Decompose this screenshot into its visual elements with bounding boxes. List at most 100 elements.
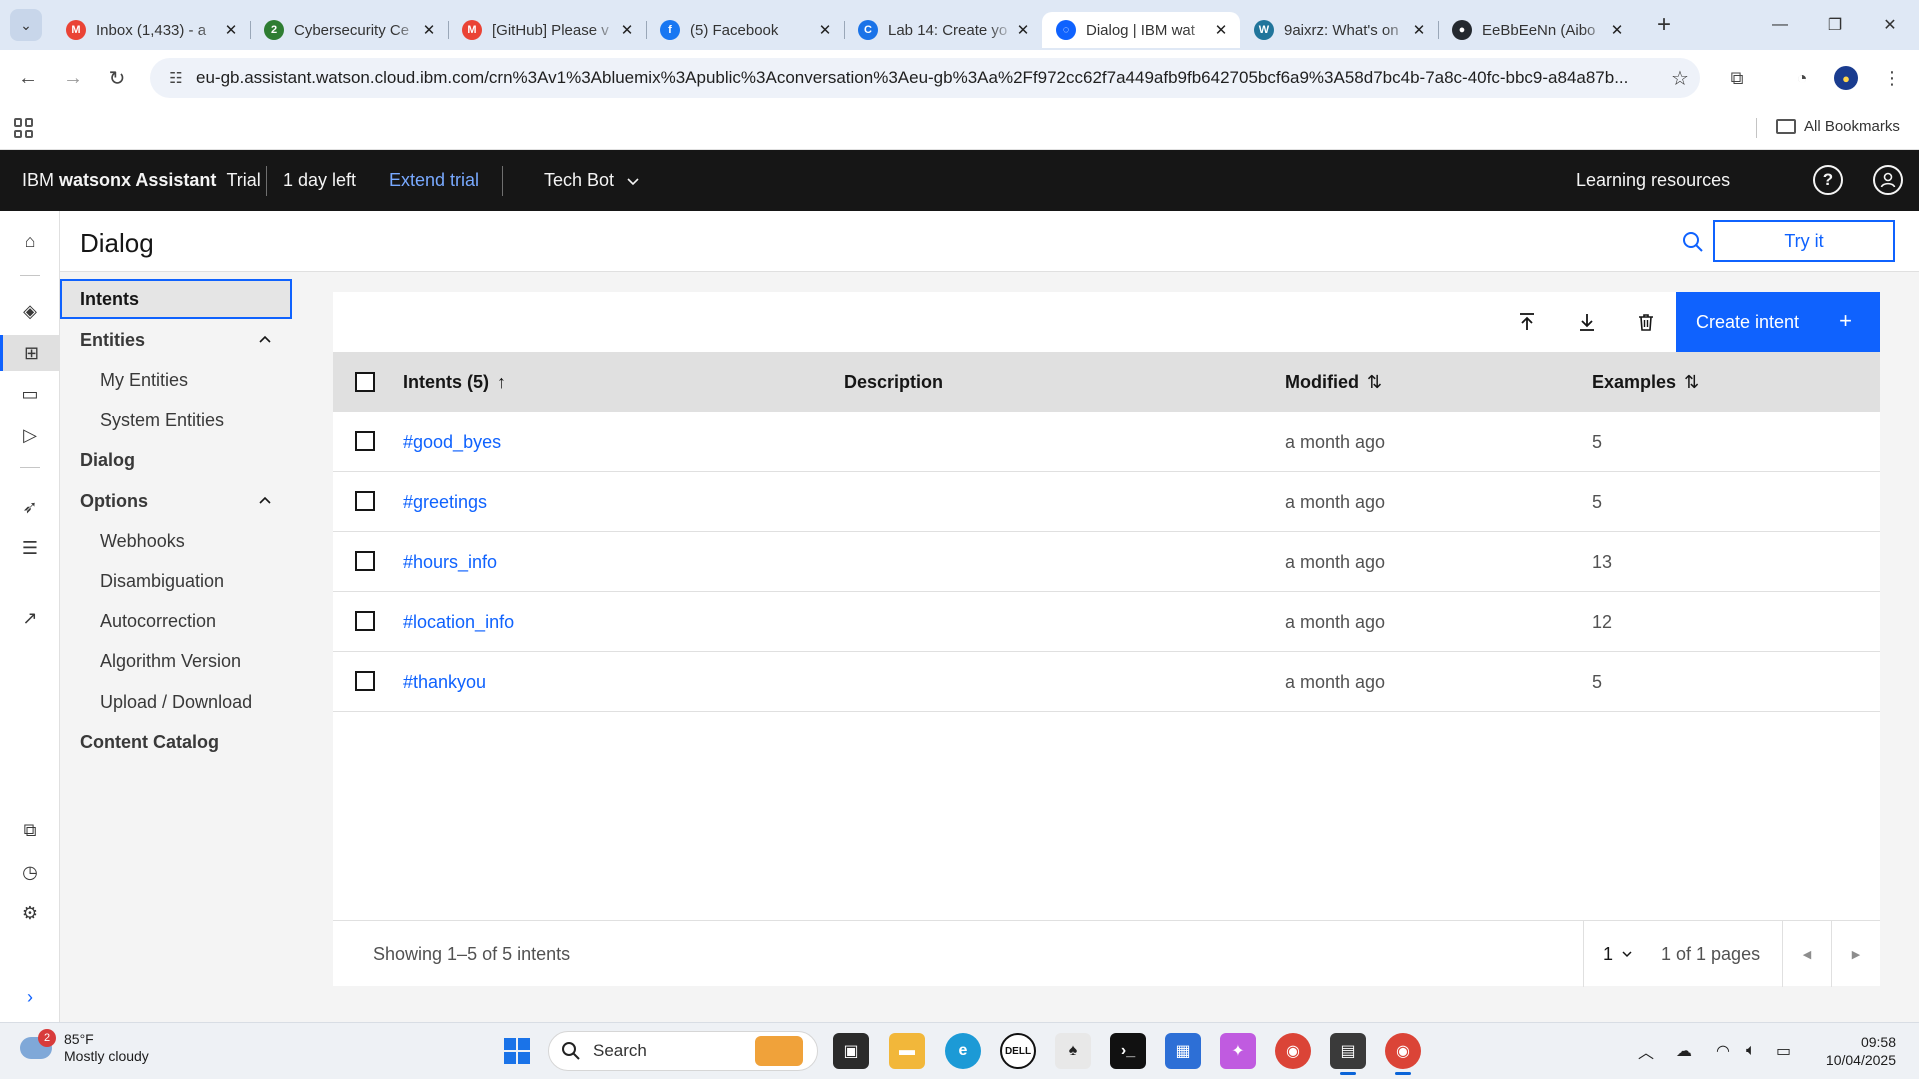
play-icon[interactable]: ▷: [0, 417, 60, 453]
nav-item-options[interactable]: Options: [60, 481, 292, 521]
home-icon[interactable]: ⌂: [0, 223, 60, 259]
settings-gear-icon[interactable]: ⚙: [0, 895, 60, 931]
terminal-icon[interactable]: ›_: [1110, 1033, 1146, 1069]
upload-icon[interactable]: [1507, 302, 1547, 342]
chevron-up-icon[interactable]: [258, 332, 272, 346]
nav-item-webhooks[interactable]: Webhooks: [60, 521, 292, 561]
row-checkbox[interactable]: [355, 671, 375, 691]
browser-tab[interactable]: ◌ Dialog | IBM wat ✕: [1042, 12, 1240, 48]
close-tab-icon[interactable]: ✕: [618, 21, 636, 39]
previous-page-button[interactable]: ◀: [1783, 921, 1831, 987]
weather-widget[interactable]: 2 85°F Mostly cloudy: [20, 1029, 149, 1065]
nav-item-system-entities[interactable]: System Entities: [60, 401, 292, 441]
nav-item-autocorrection[interactable]: Autocorrection: [60, 602, 292, 642]
intent-name-link[interactable]: #hours_info: [403, 532, 497, 592]
edge-icon[interactable]: e: [945, 1033, 981, 1069]
nav-item-disambiguation[interactable]: Disambiguation: [60, 561, 292, 601]
close-tab-icon[interactable]: ✕: [816, 21, 834, 39]
intent-name-link[interactable]: #location_info: [403, 592, 514, 652]
close-tab-icon[interactable]: ✕: [1410, 21, 1428, 39]
bookmark-star-icon[interactable]: ☆: [1660, 66, 1700, 91]
column-header-modified[interactable]: Modified ⇅: [1285, 352, 1382, 412]
browser-tab[interactable]: f (5) Facebook ✕: [646, 12, 844, 48]
tab-search-button[interactable]: ⌄: [10, 9, 42, 41]
close-window-button[interactable]: ✕: [1860, 0, 1919, 50]
page-select[interactable]: 1: [1603, 921, 1633, 987]
volume-icon[interactable]: 🔈︎: [1746, 1033, 1756, 1069]
close-tab-icon[interactable]: ✕: [222, 21, 240, 39]
close-tab-icon[interactable]: ✕: [420, 21, 438, 39]
browser-menu-icon[interactable]: ⋮: [1876, 62, 1908, 94]
back-button[interactable]: ←: [12, 62, 44, 94]
system-clock[interactable]: 09:58 10/04/2025: [1812, 1033, 1896, 1069]
address-bar[interactable]: ☷ eu-gb.assistant.watson.cloud.ibm.com/c…: [150, 58, 1700, 98]
nav-item-my-entities[interactable]: My Entities: [60, 360, 292, 400]
site-info-icon[interactable]: ☷: [156, 69, 196, 87]
preview-icon[interactable]: ▭: [0, 376, 60, 412]
nav-item-intents[interactable]: Intents: [60, 279, 292, 319]
help-icon[interactable]: ?: [1813, 165, 1843, 195]
chrome-profile-icon[interactable]: ◉: [1385, 1033, 1421, 1075]
solitaire-icon[interactable]: ♠: [1055, 1033, 1091, 1069]
nav-item-algorithm-version[interactable]: Algorithm Version: [60, 642, 292, 682]
taskbar-search[interactable]: Search: [548, 1031, 818, 1071]
column-header-intents[interactable]: Intents (5) ↑: [403, 352, 506, 412]
browser-tab[interactable]: 2 Cybersecurity Ce ✕: [250, 12, 448, 48]
analytics-icon[interactable]: ↗: [0, 600, 60, 636]
trash-icon[interactable]: [1626, 302, 1666, 342]
copilot-icon[interactable]: ✦: [1220, 1033, 1256, 1069]
learning-resources-link[interactable]: Learning resources: [1576, 150, 1730, 211]
show-hidden-icons-chevron-icon[interactable]: ︿: [1638, 1033, 1654, 1069]
reload-button[interactable]: ↻: [101, 62, 133, 94]
nav-item-entities[interactable]: Entities: [60, 320, 292, 360]
store-icon[interactable]: ▦: [1165, 1033, 1201, 1069]
expand-rail-chevron-icon[interactable]: ›: [0, 979, 60, 1015]
start-button[interactable]: [499, 1033, 535, 1069]
extend-trial-link[interactable]: Extend trial: [389, 150, 479, 211]
cmd-icon[interactable]: ▤: [1330, 1033, 1366, 1075]
browser-tab[interactable]: ● EeBbEeNn (Aibo ✕: [1438, 12, 1636, 48]
environments-icon[interactable]: ☰: [0, 530, 60, 566]
row-checkbox[interactable]: [355, 431, 375, 451]
performance-icon[interactable]: ◔: [1786, 62, 1818, 94]
forward-button[interactable]: →: [57, 62, 89, 94]
try-it-button[interactable]: Try it: [1713, 220, 1895, 262]
product-name[interactable]: IBM watsonx Assistant Trial: [22, 150, 261, 211]
battery-icon[interactable]: ▭: [1776, 1033, 1791, 1069]
wifi-icon[interactable]: ◠: [1716, 1033, 1730, 1069]
profile-icon[interactable]: ●: [1830, 62, 1862, 94]
actions-icon[interactable]: ◈: [0, 293, 60, 329]
assistant-switcher[interactable]: Tech Bot: [544, 150, 640, 211]
close-tab-icon[interactable]: ✕: [1014, 21, 1032, 39]
column-header-examples[interactable]: Examples ⇅: [1592, 352, 1699, 412]
intent-name-link[interactable]: #good_byes: [403, 412, 501, 472]
browser-tab[interactable]: W 9aixrz: What's on ✕: [1240, 12, 1438, 48]
integrations-icon[interactable]: ⧉: [0, 812, 60, 848]
minimize-button[interactable]: —: [1750, 0, 1810, 50]
browser-tab[interactable]: M [GitHub] Please v ✕: [448, 12, 646, 48]
chrome-icon[interactable]: ◉: [1275, 1033, 1311, 1069]
file-explorer-icon[interactable]: ▬: [889, 1033, 925, 1069]
task-view-icon[interactable]: ▣: [833, 1033, 869, 1069]
url-text[interactable]: eu-gb.assistant.watson.cloud.ibm.com/crn…: [196, 68, 1660, 88]
close-tab-icon[interactable]: ✕: [1212, 21, 1230, 39]
browser-tab[interactable]: M Inbox (1,433) - a ✕: [52, 12, 250, 48]
publish-icon[interactable]: ➶: [0, 489, 60, 525]
next-page-button[interactable]: ▶: [1832, 921, 1880, 987]
nav-item-upload-download[interactable]: Upload / Download: [60, 682, 292, 722]
intent-name-link[interactable]: #greetings: [403, 472, 487, 532]
select-all-checkbox[interactable]: [355, 372, 375, 392]
restore-button[interactable]: ❐: [1805, 0, 1865, 50]
row-checkbox[interactable]: [355, 551, 375, 571]
dell-icon[interactable]: DELL: [1000, 1033, 1036, 1069]
extensions-icon[interactable]: ⧉: [1721, 62, 1753, 94]
history-icon[interactable]: ◷: [0, 854, 60, 890]
chevron-up-icon[interactable]: [258, 493, 272, 507]
nav-item-dialog[interactable]: Dialog: [60, 441, 292, 481]
nav-item-content-catalog[interactable]: Content Catalog: [60, 722, 292, 762]
intent-name-link[interactable]: #thankyou: [403, 652, 486, 712]
create-intent-button[interactable]: Create intent +: [1676, 292, 1880, 352]
download-icon[interactable]: [1567, 302, 1607, 342]
row-checkbox[interactable]: [355, 611, 375, 631]
all-bookmarks-button[interactable]: All Bookmarks: [1776, 118, 1900, 135]
